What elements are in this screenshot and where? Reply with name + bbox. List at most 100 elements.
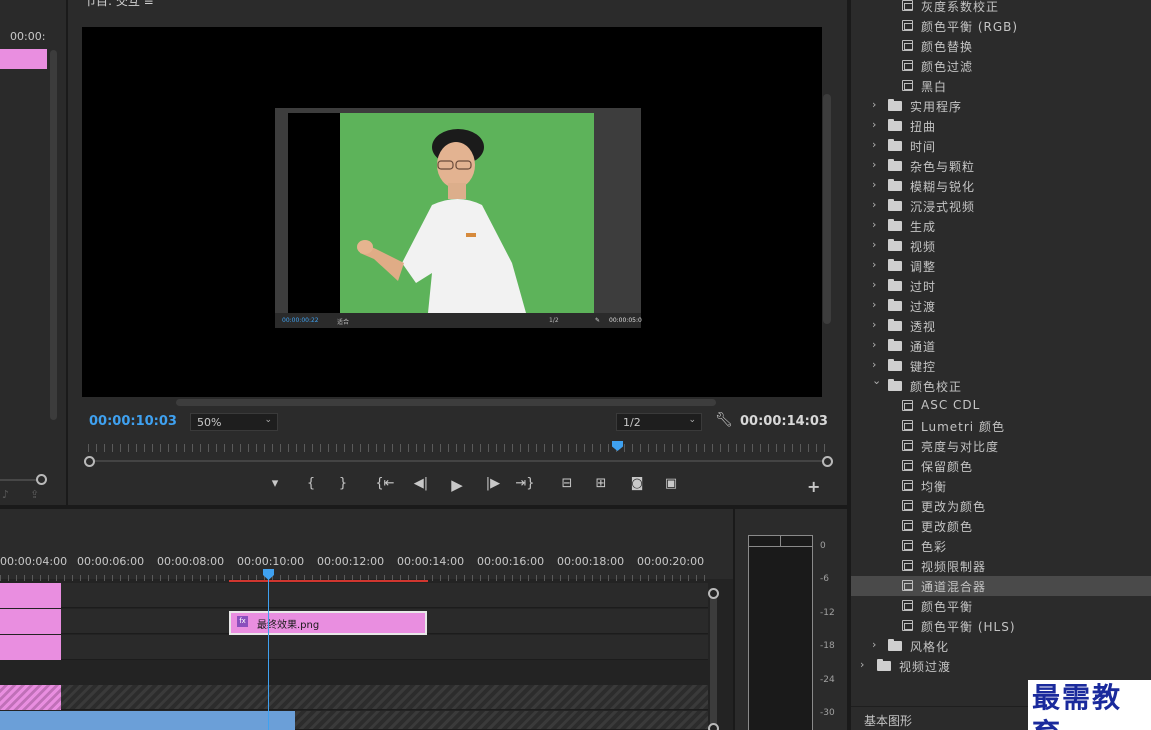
effect-item[interactable]: 颜色平衡 (HLS) xyxy=(851,616,1151,636)
effect-folder[interactable]: › 模糊与锐化 xyxy=(851,176,1151,196)
effect-item[interactable]: 保留颜色 xyxy=(851,456,1151,476)
effect-folder[interactable]: › 沉浸式视频 xyxy=(851,196,1151,216)
folder-label: 时间 xyxy=(910,140,937,154)
effect-item[interactable]: 色彩 xyxy=(851,536,1151,556)
chevron-right-icon[interactable]: › xyxy=(872,278,876,291)
audio-track-1[interactable] xyxy=(0,685,708,710)
chevron-right-icon[interactable]: › xyxy=(872,358,876,371)
effect-folder[interactable]: › 键控 xyxy=(851,356,1151,376)
effect-item[interactable]: 亮度与对比度 xyxy=(851,436,1151,456)
step-forward-icon[interactable]: |▶ xyxy=(482,476,504,491)
play-icon[interactable]: ▶ xyxy=(446,476,468,494)
effect-item[interactable]: 颜色替换 xyxy=(851,36,1151,56)
effect-folder[interactable]: › 透视 xyxy=(851,316,1151,336)
effect-folder[interactable]: › 通道 xyxy=(851,336,1151,356)
effect-folder[interactable]: › 风格化 xyxy=(851,636,1151,656)
transport-controls: ▾ { } {⇤ ◀| ▶ |▶ ⇥} ⊟ ⊞ ◙ ▣ xyxy=(264,476,824,496)
effect-folder[interactable]: › 扭曲 xyxy=(851,116,1151,136)
camera-icon[interactable]: ◙ xyxy=(626,476,648,491)
effect-item[interactable]: 视频限制器 xyxy=(851,556,1151,576)
folder-label: 视频 xyxy=(910,240,937,254)
viewer-horizontal-scrollbar[interactable] xyxy=(176,399,716,406)
timeline-scroll-top-handle[interactable] xyxy=(708,588,719,599)
video-track-1[interactable] xyxy=(0,635,708,660)
current-timecode[interactable]: 00:00:10:03 xyxy=(89,414,177,429)
video-track-3[interactable] xyxy=(0,583,708,608)
viewer-vertical-scrollbar[interactable] xyxy=(823,94,831,324)
add-button[interactable]: + xyxy=(807,477,820,496)
audio-clip-blue[interactable] xyxy=(0,711,295,730)
chevron-right-icon[interactable]: › xyxy=(872,178,876,191)
chevron-right-icon[interactable]: › xyxy=(872,138,876,151)
out-bracket-icon[interactable]: } xyxy=(332,476,354,491)
effect-folder[interactable]: › 生成 xyxy=(851,216,1151,236)
effect-item[interactable]: 颜色过滤 xyxy=(851,56,1151,76)
chevron-right-icon[interactable]: › xyxy=(872,118,876,131)
effect-item[interactable]: 灰度系数校正 xyxy=(851,0,1151,16)
effect-folder[interactable]: ⌄ 颜色校正 xyxy=(851,374,1151,396)
effect-folder[interactable]: › 视频过渡 xyxy=(851,656,1151,676)
zoom-select[interactable]: 50% ⌄ xyxy=(190,413,278,431)
effect-item[interactable]: 通道混合器 xyxy=(851,576,1151,596)
speaker-icon[interactable]: ♪ xyxy=(2,488,9,501)
timeline-scroll-bottom-handle[interactable] xyxy=(708,723,719,730)
go-to-out-icon[interactable]: ⇥} xyxy=(514,476,536,491)
project-zoom-handle[interactable] xyxy=(36,474,47,485)
chevron-right-icon[interactable]: › xyxy=(872,98,876,111)
effect-item[interactable]: 黑白 xyxy=(851,76,1151,96)
chevron-right-icon[interactable]: › xyxy=(872,158,876,171)
effect-item[interactable]: 均衡 xyxy=(851,476,1151,496)
mark-in-icon[interactable]: ▾ xyxy=(264,476,286,491)
effect-folder[interactable]: › 过渡 xyxy=(851,296,1151,316)
effect-folder[interactable]: › 视频 xyxy=(851,236,1151,256)
program-viewer[interactable]: 00:00:00:22 适合 1/2 ✎ 00:00:05:0 xyxy=(82,27,822,397)
chevron-right-icon[interactable]: › xyxy=(872,238,876,251)
effect-item[interactable]: 颜色平衡 (RGB) xyxy=(851,16,1151,36)
go-to-in-icon[interactable]: {⇤ xyxy=(374,476,396,491)
clip-block[interactable] xyxy=(0,609,61,634)
compare-icon[interactable]: ▣ xyxy=(660,476,682,491)
settings-wrench-icon[interactable]: 🔧︎ xyxy=(715,412,733,428)
monitor-title[interactable]: 节目: 交互 ≡ xyxy=(84,0,154,9)
effect-folder[interactable]: › 过时 xyxy=(851,276,1151,296)
effect-item[interactable]: 更改为颜色 xyxy=(851,496,1151,516)
db-label: 0 xyxy=(820,541,826,551)
chevron-right-icon[interactable]: › xyxy=(860,658,864,671)
effect-folder[interactable]: › 杂色与颗粒 xyxy=(851,156,1151,176)
chevron-right-icon[interactable]: › xyxy=(872,198,876,211)
chevron-right-icon[interactable]: › xyxy=(872,638,876,651)
in-bracket-icon[interactable]: { xyxy=(300,476,322,491)
project-clip-bar[interactable] xyxy=(0,49,47,69)
ruler-end-handle[interactable] xyxy=(822,456,833,467)
monitor-time-ruler[interactable] xyxy=(84,438,833,467)
ruler-start-handle[interactable] xyxy=(84,456,95,467)
project-scrollbar[interactable] xyxy=(50,50,57,420)
timeline-scrollbar[interactable] xyxy=(710,589,717,730)
timeline-ruler[interactable]: 00:00:04:00 00:00:06:00 00:00:08:00 00:0… xyxy=(0,509,733,579)
clip-block[interactable] xyxy=(0,583,61,608)
effect-preset-icon xyxy=(902,80,913,91)
chevron-down-icon[interactable]: ⌄ xyxy=(872,374,881,387)
timeline-clip[interactable]: fx 最终效果.png xyxy=(229,611,427,635)
chevron-right-icon[interactable]: › xyxy=(872,318,876,331)
effect-folder[interactable]: › 实用程序 xyxy=(851,96,1151,116)
lift-icon[interactable]: ⊟ xyxy=(556,476,578,491)
chevron-right-icon[interactable]: › xyxy=(872,338,876,351)
effect-label: 均衡 xyxy=(921,480,948,494)
effect-folder[interactable]: › 调整 xyxy=(851,256,1151,276)
audio-track-2[interactable] xyxy=(0,711,708,730)
export-icon[interactable]: ⇪ xyxy=(30,488,39,501)
effect-item[interactable]: ASC CDL xyxy=(851,396,1151,416)
resolution-select[interactable]: 1/2 ⌄ xyxy=(616,413,702,431)
extract-icon[interactable]: ⊞ xyxy=(590,476,612,491)
clip-block[interactable] xyxy=(0,635,61,660)
effect-folder[interactable]: › 时间 xyxy=(851,136,1151,156)
effect-item[interactable]: Lumetri 颜色 xyxy=(851,416,1151,436)
effect-item[interactable]: 更改颜色 xyxy=(851,516,1151,536)
chevron-right-icon[interactable]: › xyxy=(872,258,876,271)
step-back-icon[interactable]: ◀| xyxy=(410,476,432,491)
chevron-right-icon[interactable]: › xyxy=(872,218,876,231)
audio-clip-block[interactable] xyxy=(0,685,61,710)
chevron-right-icon[interactable]: › xyxy=(872,298,876,311)
effect-item[interactable]: 颜色平衡 xyxy=(851,596,1151,616)
